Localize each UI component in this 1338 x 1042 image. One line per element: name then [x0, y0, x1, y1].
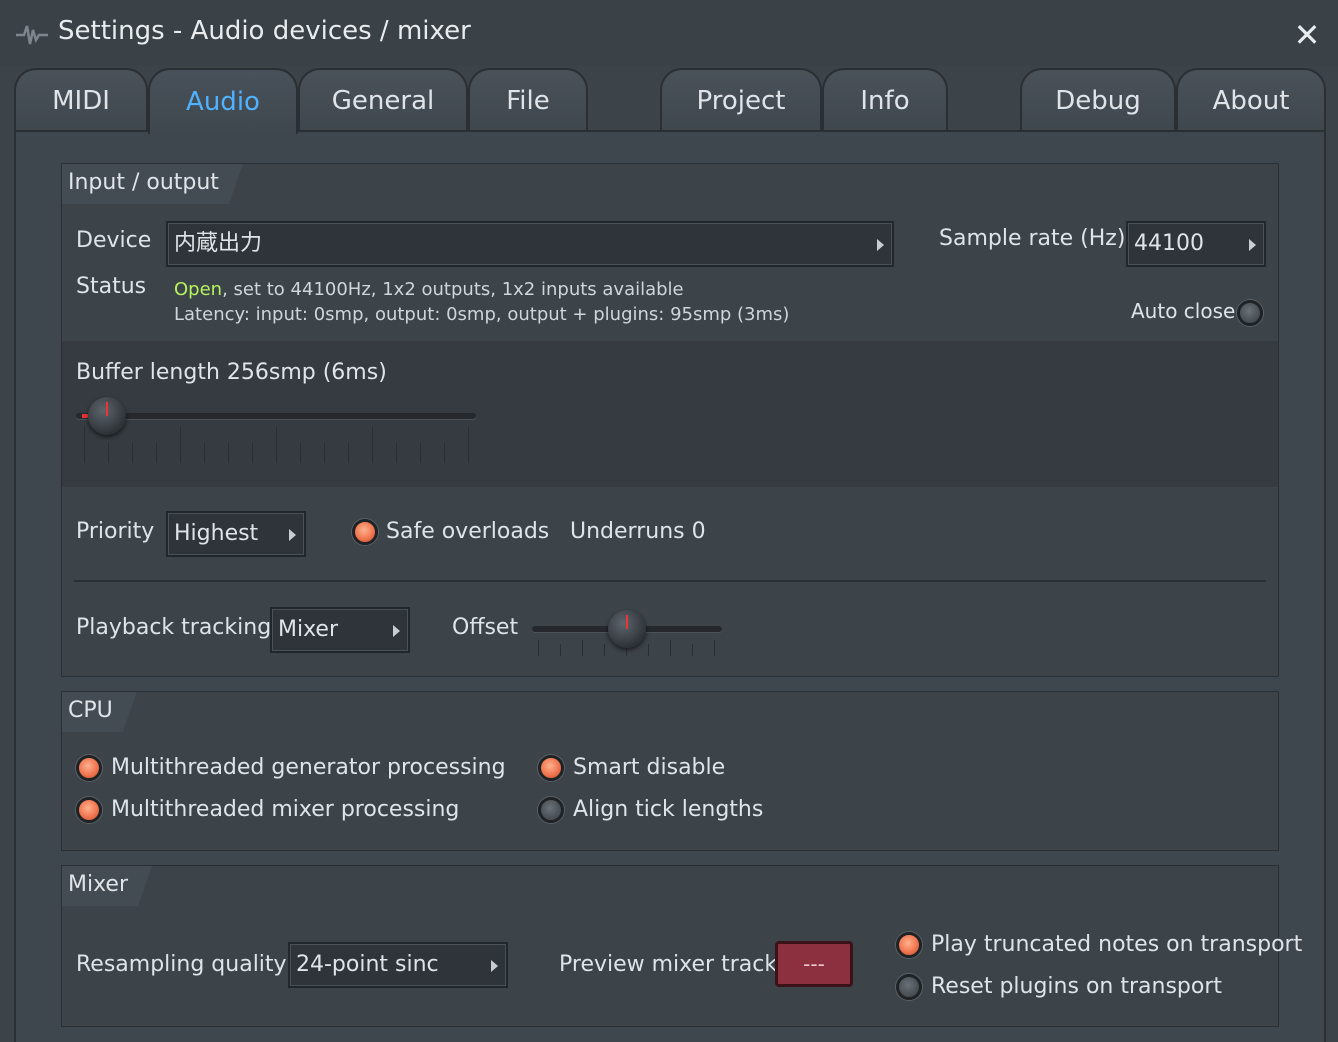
latency-text: Latency: input: 0smp, output: 0smp, outp…: [174, 304, 790, 325]
reset-plugins-toggle[interactable]: [896, 974, 922, 1000]
tab-audio[interactable]: Audio: [148, 68, 298, 134]
tick: [348, 443, 349, 463]
dropdown-arrow-icon: [877, 239, 884, 251]
device-dropdown[interactable]: 内蔵出力: [166, 221, 894, 267]
status-detail-text: , set to 44100Hz, 1x2 outputs, 1x2 input…: [222, 279, 684, 300]
preview-mixer-label: Preview mixer track: [559, 952, 778, 977]
tab-general[interactable]: General: [298, 68, 468, 132]
safe-overloads-label: Safe overloads: [386, 519, 550, 544]
resampling-label: Resampling quality: [76, 952, 287, 977]
tick: [252, 443, 253, 463]
input-output-panel: Input / output Device 内蔵出力 Sample rate (…: [61, 163, 1279, 677]
tab-midi[interactable]: MIDI: [14, 68, 148, 132]
tick: [604, 644, 605, 656]
tick: [228, 443, 229, 463]
tick: [538, 640, 539, 656]
tick: [108, 443, 109, 463]
priority-label: Priority: [76, 519, 155, 544]
title-bar: Settings - Audio devices / mixer ✕: [0, 0, 1338, 66]
play-truncated-label: Play truncated notes on transport: [931, 932, 1303, 957]
tick: [132, 443, 133, 463]
sample-rate-value: 44100: [1134, 231, 1204, 256]
tick: [444, 443, 445, 463]
safe-overloads-toggle[interactable]: [352, 519, 378, 545]
playback-tracking-label: Playback tracking: [76, 615, 272, 640]
playback-tracking-dropdown[interactable]: Mixer: [270, 607, 410, 653]
device-label: Device: [76, 228, 152, 253]
resampling-dropdown[interactable]: 24-point sinc: [288, 942, 508, 988]
panel-title-io: Input / output: [62, 164, 243, 204]
tick: [300, 443, 301, 463]
dropdown-arrow-icon: [491, 960, 498, 972]
reset-plugins-label: Reset plugins on transport: [931, 974, 1222, 999]
tick: [670, 640, 671, 656]
smart-disable-toggle[interactable]: [538, 755, 564, 781]
priority-value: Highest: [174, 521, 259, 546]
resampling-value: 24-point sinc: [296, 952, 439, 977]
tab-about[interactable]: About: [1176, 68, 1326, 132]
mt-mixer-toggle[interactable]: [76, 797, 102, 823]
play-truncated-toggle[interactable]: [896, 932, 922, 958]
tick: [372, 427, 373, 463]
section-divider: [74, 580, 1266, 582]
tick: [156, 443, 157, 463]
mt-mixer-label: Multithreaded mixer processing: [111, 797, 460, 822]
dropdown-arrow-icon: [289, 529, 296, 541]
offset-label: Offset: [452, 615, 519, 640]
tick: [648, 644, 649, 656]
app-logo-icon: [16, 25, 48, 45]
tab-info[interactable]: Info: [822, 68, 948, 132]
tick: [714, 640, 715, 656]
device-value: 内蔵出力: [174, 231, 263, 256]
tab-debug[interactable]: Debug: [1020, 68, 1176, 132]
status-text: Open, set to 44100Hz, 1x2 outputs, 1x2 i…: [174, 279, 684, 300]
buffer-slider-knob[interactable]: [88, 397, 126, 435]
smart-disable-label: Smart disable: [573, 755, 726, 780]
offset-slider-knob[interactable]: [608, 610, 646, 648]
tab-file[interactable]: File: [468, 68, 588, 132]
tick: [276, 427, 277, 463]
status-open-text: Open: [174, 279, 223, 300]
tick: [468, 427, 469, 463]
tick: [84, 427, 85, 463]
sample-rate-label: Sample rate (Hz): [939, 226, 1126, 251]
window-title: Settings - Audio devices / mixer: [58, 16, 471, 46]
auto-close-label: Auto close: [1131, 299, 1236, 323]
tab-project[interactable]: Project: [660, 68, 822, 132]
panel-title-cpu: CPU: [62, 692, 137, 732]
dropdown-arrow-icon: [393, 625, 400, 637]
align-tick-toggle[interactable]: [538, 797, 564, 823]
playback-tracking-value: Mixer: [278, 617, 339, 642]
close-icon[interactable]: ✕: [1290, 18, 1324, 52]
mt-generator-toggle[interactable]: [76, 755, 102, 781]
sample-rate-dropdown[interactable]: 44100: [1126, 221, 1266, 267]
align-tick-label: Align tick lengths: [573, 797, 764, 822]
tick: [582, 640, 583, 656]
tick: [692, 644, 693, 656]
tick: [180, 427, 181, 463]
priority-dropdown[interactable]: Highest: [166, 511, 306, 557]
status-label: Status: [76, 274, 147, 299]
underruns-label: Underruns 0: [570, 519, 706, 544]
buffer-section: Buffer length 256smp (6ms): [62, 341, 1278, 487]
tick: [560, 644, 561, 656]
mt-generator-label: Multithreaded generator processing: [111, 755, 506, 780]
tick: [396, 443, 397, 463]
cpu-panel: CPU Multithreaded generator processing M…: [61, 691, 1279, 851]
tick: [420, 443, 421, 463]
panel-title-mixer: Mixer: [62, 866, 152, 906]
dropdown-arrow-icon: [1249, 239, 1256, 251]
settings-window: Settings - Audio devices / mixer ✕ MIDI …: [0, 0, 1338, 1042]
buffer-slider-track[interactable]: [76, 413, 476, 419]
buffer-length-label: Buffer length 256smp (6ms): [76, 360, 387, 385]
preview-mixer-track-button[interactable]: ---: [775, 941, 853, 987]
tick: [324, 443, 325, 463]
mixer-panel: Mixer Resampling quality 24-point sinc P…: [61, 865, 1302, 1027]
auto-close-toggle[interactable]: [1237, 300, 1263, 326]
tick: [204, 443, 205, 463]
